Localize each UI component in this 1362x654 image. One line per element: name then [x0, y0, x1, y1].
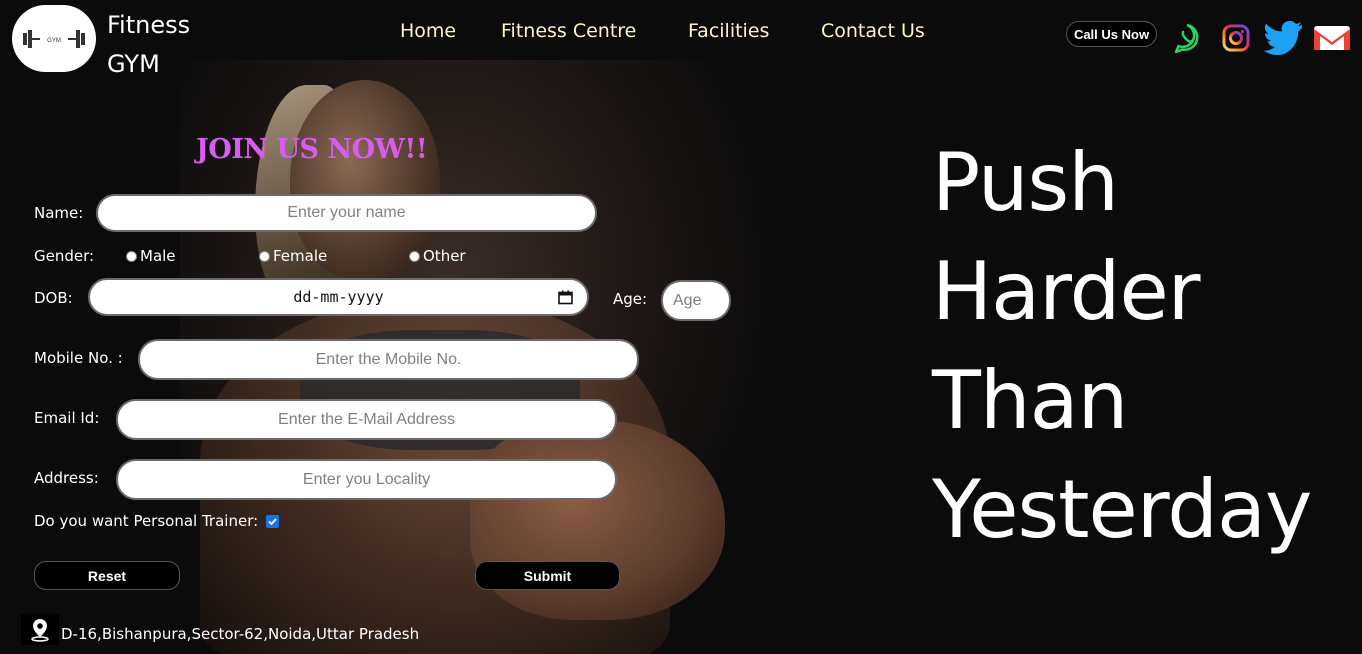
- mobile-input[interactable]: Enter the Mobile No.: [138, 339, 639, 380]
- trainer-label: Do you want Personal Trainer:: [34, 512, 259, 530]
- dumbbell-icon: GYM: [23, 29, 85, 48]
- address-label: Address:: [34, 469, 99, 487]
- age-input[interactable]: Age: [661, 280, 731, 321]
- age-label: Age:: [613, 290, 648, 308]
- call-us-button[interactable]: Call Us Now: [1066, 21, 1157, 47]
- radio-dot: [409, 250, 420, 262]
- mobile-label: Mobile No. :: [34, 349, 123, 367]
- gmail-icon[interactable]: [1312, 20, 1352, 56]
- tagline-line: Push: [932, 136, 1119, 229]
- calendar-icon[interactable]: [558, 290, 573, 305]
- dob-label: DOB:: [34, 289, 73, 307]
- radio-dot: [126, 250, 137, 262]
- radio-label: Male: [140, 247, 176, 265]
- nav-fitness-centre[interactable]: Fitness Centre: [501, 20, 636, 42]
- name-input[interactable]: Enter your name: [96, 194, 597, 232]
- radio-label: Other: [423, 247, 466, 265]
- reset-button[interactable]: Reset: [34, 561, 180, 590]
- trainer-checkbox[interactable]: [266, 515, 279, 528]
- address-text: D-16,Bishanpura,Sector-62,Noida,Uttar Pr…: [61, 625, 420, 643]
- location-pin-icon: [21, 614, 59, 645]
- tagline-line: Yesterday: [932, 463, 1312, 556]
- radio-label: Female: [273, 247, 328, 265]
- logo-text: GYM: [47, 38, 61, 44]
- brand-name: Fitness GYM: [107, 6, 190, 84]
- nav-facilities[interactable]: Facilities: [688, 20, 769, 42]
- whatsapp-icon[interactable]: [1167, 20, 1207, 56]
- brand-line-1: Fitness: [107, 11, 191, 39]
- email-label: Email Id:: [34, 409, 100, 427]
- dob-input[interactable]: dd-mm-yyyy: [88, 278, 589, 316]
- form-title: JOIN US NOW!!: [196, 134, 428, 165]
- tagline-line: Than: [932, 354, 1128, 447]
- gender-label: Gender:: [34, 247, 95, 265]
- gender-other-radio[interactable]: Other: [409, 247, 466, 265]
- gym-logo[interactable]: GYM: [12, 5, 96, 72]
- nav-contact-us[interactable]: Contact Us: [821, 20, 925, 42]
- gender-male-radio[interactable]: Male: [126, 247, 176, 265]
- name-label: Name:: [34, 204, 84, 222]
- brand-line-2: GYM: [107, 50, 160, 78]
- instagram-icon[interactable]: [1216, 20, 1256, 56]
- dob-placeholder: dd-mm-yyyy: [293, 288, 384, 306]
- address-input[interactable]: Enter you Locality: [116, 459, 617, 500]
- submit-button[interactable]: Submit: [475, 561, 620, 590]
- twitter-icon[interactable]: [1264, 20, 1304, 56]
- tagline: Push Harder Than Yesterday: [932, 128, 1312, 564]
- tagline-line: Harder: [932, 245, 1201, 338]
- radio-dot: [259, 250, 270, 262]
- check-icon: [268, 518, 277, 526]
- email-input[interactable]: Enter the E-Mail Address: [116, 399, 617, 440]
- gender-female-radio[interactable]: Female: [259, 247, 327, 265]
- nav-home[interactable]: Home: [400, 20, 456, 42]
